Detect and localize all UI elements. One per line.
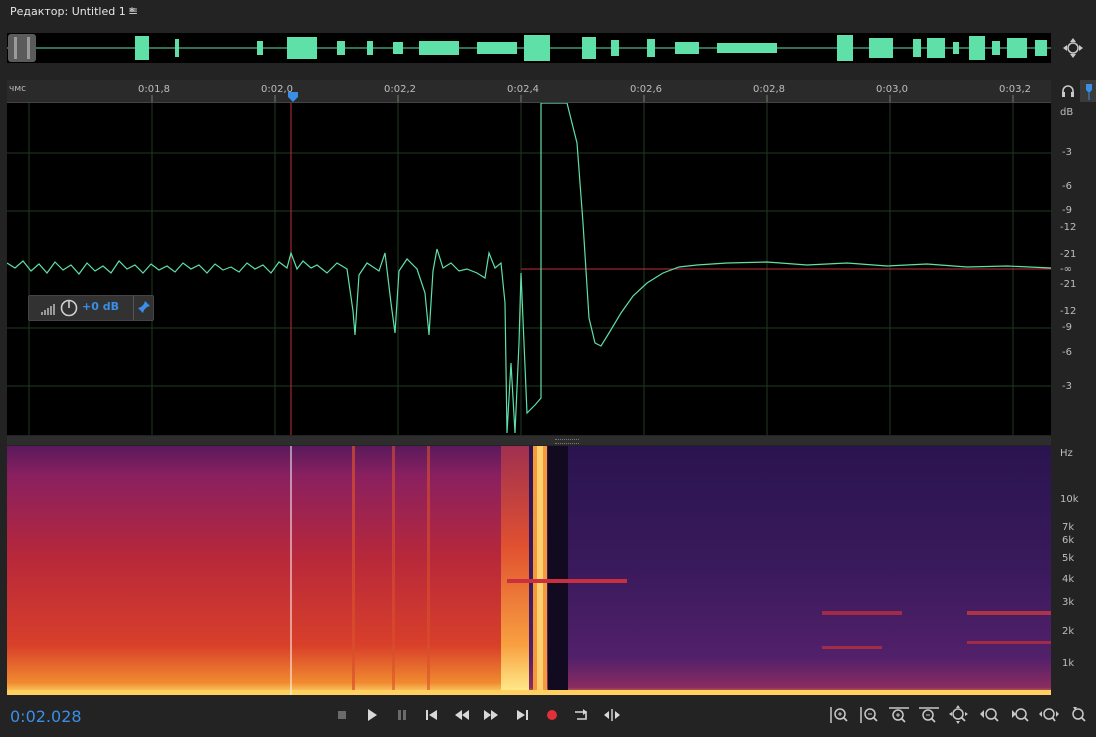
zoom-out-time-icon[interactable] bbox=[918, 705, 940, 725]
db-unit-label: dB bbox=[1060, 107, 1074, 118]
gain-value[interactable]: +0 dB bbox=[82, 300, 119, 313]
level-meter-icon bbox=[41, 304, 55, 315]
ruler-tick-label: 0:02,6 bbox=[630, 84, 662, 95]
ruler-tick-label: 0:03,0 bbox=[876, 84, 908, 95]
gain-knob-icon[interactable] bbox=[59, 298, 79, 318]
ruler-tick-label: 0:03,2 bbox=[999, 84, 1031, 95]
headphones-icon[interactable] bbox=[1060, 83, 1076, 99]
spectral-frequency-display[interactable] bbox=[7, 446, 1051, 695]
editor-titlebar bbox=[0, 0, 1096, 26]
zoom-reset-icon[interactable] bbox=[1068, 705, 1090, 725]
stop-icon[interactable] bbox=[332, 706, 352, 724]
hz-label: 6k bbox=[1062, 535, 1075, 546]
waveform-graphic bbox=[6, 102, 1052, 435]
waveform-display[interactable] bbox=[6, 102, 1052, 435]
db-label: -21 bbox=[1060, 249, 1077, 260]
hz-label: 4k bbox=[1062, 574, 1075, 585]
db-label: -6 bbox=[1062, 181, 1072, 192]
play-icon[interactable] bbox=[362, 706, 382, 724]
spectrogram-graphic bbox=[7, 446, 1051, 695]
ruler-tick-label: 0:02,2 bbox=[384, 84, 416, 95]
db-label: -12 bbox=[1060, 222, 1077, 233]
playhead-marker-icon[interactable] bbox=[288, 92, 298, 102]
hz-label: 3k bbox=[1062, 597, 1075, 608]
record-icon[interactable] bbox=[542, 706, 562, 724]
hz-label: 7k bbox=[1062, 522, 1075, 533]
panel-menu-icon[interactable]: ≡ bbox=[128, 4, 138, 18]
ruler-tick-label: 0:02,4 bbox=[507, 84, 539, 95]
db-label: -3 bbox=[1062, 381, 1072, 392]
ruler-unit-label: чмс bbox=[9, 84, 27, 94]
db-label: -6 bbox=[1062, 347, 1072, 358]
skip-forward-icon[interactable] bbox=[512, 706, 532, 724]
fast-forward-icon[interactable] bbox=[481, 706, 501, 724]
current-time-display[interactable]: 0:02.028 bbox=[10, 707, 82, 726]
view-divider-handle[interactable] bbox=[7, 436, 1051, 445]
db-center-label: -∞ bbox=[1060, 264, 1072, 275]
editor-title: Редактор: Untitled 1 * bbox=[10, 5, 135, 18]
hz-unit-label: Hz bbox=[1060, 448, 1073, 459]
db-label: -21 bbox=[1060, 279, 1077, 290]
rewind-icon[interactable] bbox=[452, 706, 472, 724]
zoom-in-amplitude-icon[interactable] bbox=[828, 705, 850, 725]
hz-label: 10k bbox=[1060, 494, 1079, 505]
zoom-in-start-icon[interactable] bbox=[978, 705, 1000, 725]
frequency-scale[interactable]: Hz 10k 7k 6k 5k 4k 3k 2k 1k bbox=[1052, 446, 1096, 695]
overview-waveform-graphic bbox=[7, 35, 1051, 61]
pause-icon[interactable] bbox=[392, 706, 412, 724]
loop-icon[interactable] bbox=[572, 706, 592, 724]
overview-scroll-handle[interactable] bbox=[8, 34, 36, 62]
pin-icon[interactable] bbox=[137, 300, 151, 314]
overview-waveform[interactable] bbox=[7, 33, 1051, 63]
zoom-out-full-icon[interactable] bbox=[948, 705, 970, 725]
zoom-navigator-icon[interactable] bbox=[1062, 37, 1084, 59]
amplitude-scale[interactable]: dB -3 -6 -9 -12 -21 -∞ -21 -12 -9 -6 -3 bbox=[1052, 103, 1096, 435]
ruler-tick-label: 0:02,8 bbox=[753, 84, 785, 95]
zoom-selection-icon[interactable] bbox=[1038, 705, 1060, 725]
gain-hud[interactable]: +0 dB bbox=[28, 295, 154, 321]
hz-label: 5k bbox=[1062, 553, 1075, 564]
zoom-in-time-icon[interactable] bbox=[888, 705, 910, 725]
snap-marker-icon[interactable] bbox=[1080, 80, 1096, 102]
skip-back-icon[interactable] bbox=[422, 706, 442, 724]
db-label: -3 bbox=[1062, 147, 1072, 158]
skip-selection-icon[interactable] bbox=[602, 706, 622, 724]
ruler-tick-label: 0:01,8 bbox=[138, 84, 170, 95]
zoom-out-amplitude-icon[interactable] bbox=[858, 705, 880, 725]
zoom-in-end-icon[interactable] bbox=[1008, 705, 1030, 725]
db-label: -9 bbox=[1062, 322, 1072, 333]
hz-label: 2k bbox=[1062, 626, 1075, 637]
db-label: -9 bbox=[1062, 205, 1072, 216]
hz-label: 1k bbox=[1062, 658, 1075, 669]
db-label: -12 bbox=[1060, 306, 1077, 317]
